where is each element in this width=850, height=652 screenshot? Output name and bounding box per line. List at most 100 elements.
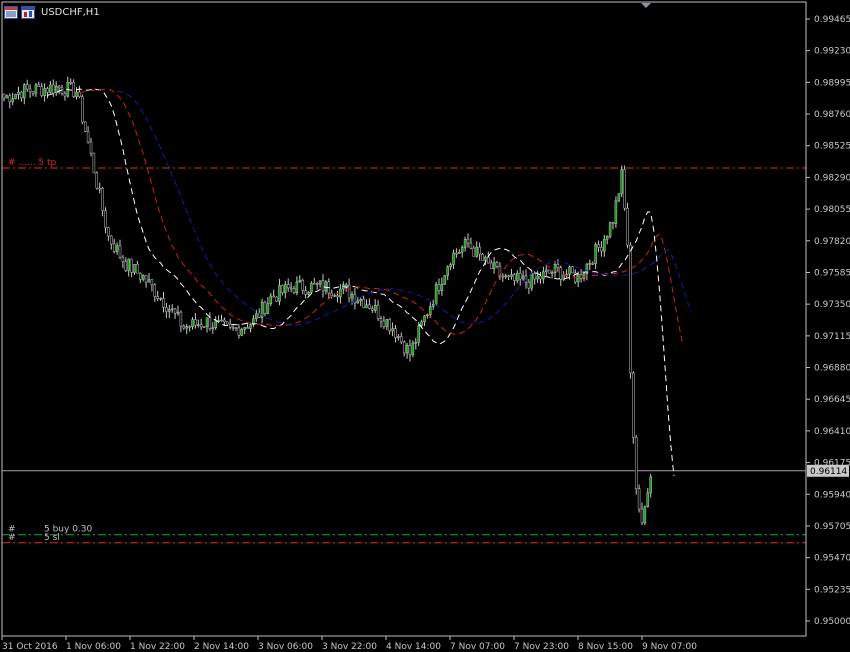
candle-body xyxy=(362,299,365,309)
candle-body xyxy=(313,283,316,285)
stop-loss-hash-label: # xyxy=(8,533,16,543)
candle-body xyxy=(133,263,136,273)
candle-body xyxy=(159,297,162,300)
candle xyxy=(469,237,473,250)
candle xyxy=(304,285,307,299)
candle xyxy=(417,321,420,347)
candle-body xyxy=(194,319,197,326)
candle-body xyxy=(643,506,647,524)
time-axis-label: 7 Nov 07:00 xyxy=(450,642,505,652)
candle-body xyxy=(147,279,151,283)
candle xyxy=(144,275,148,288)
candle-body xyxy=(446,266,449,276)
candle xyxy=(191,317,194,330)
candle-body xyxy=(402,341,406,354)
candle-body xyxy=(350,293,354,299)
candle-body xyxy=(257,313,261,318)
candle xyxy=(220,314,223,322)
candle-body xyxy=(284,284,287,293)
candle-body xyxy=(31,91,35,94)
candle xyxy=(278,278,281,306)
candle-body xyxy=(620,169,623,194)
candle-body xyxy=(431,304,435,307)
candle-body xyxy=(568,266,571,275)
candle xyxy=(478,242,481,261)
candle-body xyxy=(379,318,383,322)
chart-properties-icon[interactable] xyxy=(21,5,35,19)
candle-body xyxy=(365,304,368,309)
candle xyxy=(487,251,490,264)
candle xyxy=(611,221,615,230)
candle xyxy=(365,299,368,309)
candle xyxy=(63,91,67,101)
candle-body xyxy=(57,85,61,89)
candle-body xyxy=(608,222,612,237)
candle xyxy=(353,287,357,310)
candle xyxy=(226,321,229,325)
candle-body xyxy=(243,327,246,330)
price-chart[interactable]: 0.99465 0.99230 0.98995 0.98760 0.98525 0.982… xyxy=(0,0,850,652)
candle xyxy=(107,226,110,241)
candle xyxy=(516,270,519,284)
candle xyxy=(54,81,58,96)
candle xyxy=(182,324,186,330)
candle-body xyxy=(191,319,194,327)
candle-body xyxy=(466,238,470,244)
candle-body xyxy=(17,91,20,95)
candle xyxy=(565,269,568,278)
data-window-icon[interactable] xyxy=(4,5,18,19)
candle-body xyxy=(8,95,12,103)
candle xyxy=(536,270,539,283)
candle-body xyxy=(478,246,481,255)
time-axis-label: 7 Nov 23:00 xyxy=(514,642,569,652)
candle xyxy=(78,85,81,99)
candle xyxy=(443,275,447,285)
candle xyxy=(168,304,171,319)
candle-body xyxy=(110,235,113,245)
candle xyxy=(359,297,362,307)
candle-body xyxy=(547,269,551,274)
chart-window[interactable]: USDCHF,H1 0.99465 0.99230 0.98995 0.98760 0.… xyxy=(0,0,850,652)
candle xyxy=(298,275,302,284)
price-axis-label: 0.98290 xyxy=(814,173,850,183)
candle-body xyxy=(72,82,75,97)
candle-body xyxy=(385,319,389,327)
time-axis-label: 3 Nov 22:00 xyxy=(322,642,377,652)
candle xyxy=(371,305,374,313)
candle-body xyxy=(629,244,632,374)
time-axis-label: 2 Nov 14:00 xyxy=(194,642,249,652)
candle-body xyxy=(95,172,99,189)
price-axis-label: 0.98995 xyxy=(814,78,850,88)
candle-body xyxy=(640,508,644,524)
candle xyxy=(600,241,603,257)
candle xyxy=(5,94,9,99)
candle-body xyxy=(318,280,322,285)
candle xyxy=(237,324,241,339)
candle xyxy=(498,262,502,280)
candle-body xyxy=(25,84,29,90)
candle-body xyxy=(458,251,461,254)
candle xyxy=(339,284,342,304)
candle-body xyxy=(614,200,618,224)
candle-body xyxy=(518,273,522,280)
candle-body xyxy=(136,263,139,274)
triangle-down-icon xyxy=(641,3,651,8)
candle-body xyxy=(649,476,652,494)
candle xyxy=(559,265,563,287)
candle-body xyxy=(75,91,78,97)
candle xyxy=(240,327,244,337)
candle xyxy=(121,255,125,269)
candle-body xyxy=(188,326,191,328)
candle xyxy=(623,165,626,211)
candle-body xyxy=(455,252,458,255)
candle xyxy=(455,248,458,258)
candle xyxy=(101,186,104,217)
candle xyxy=(307,291,310,296)
candle-body xyxy=(632,372,635,438)
candle-body xyxy=(150,279,154,286)
candle-body xyxy=(5,95,9,99)
candle xyxy=(466,233,470,248)
candle-body xyxy=(127,258,130,271)
candle xyxy=(115,242,119,255)
candle-body xyxy=(411,342,415,356)
